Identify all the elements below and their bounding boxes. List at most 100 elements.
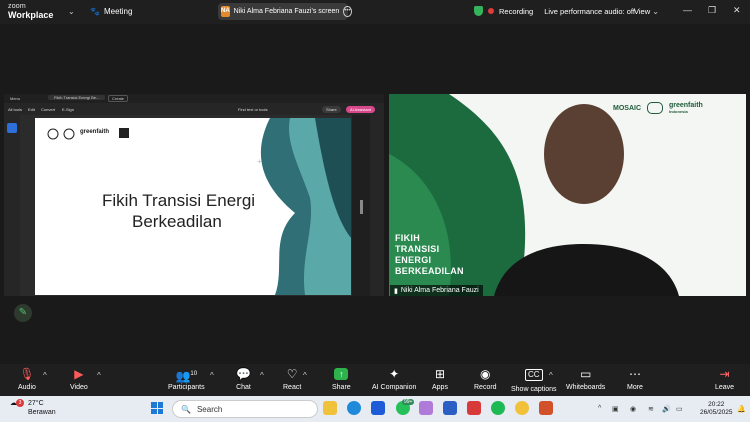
participants-count: 10 <box>190 371 198 377</box>
restore-icon[interactable]: ❐ <box>708 5 716 16</box>
captions-chevron-icon[interactable]: ^ <box>549 371 553 380</box>
tray-app-icon[interactable]: ▣ <box>612 405 619 413</box>
app-menu-chevron-icon[interactable]: ⌄ <box>68 7 75 16</box>
more-icon[interactable]: ••• <box>343 6 352 17</box>
shared-ai-button: AI Assistant <box>346 106 375 113</box>
chrome-icon[interactable] <box>515 401 529 415</box>
record-icon: ◉ <box>480 367 491 381</box>
participants-button[interactable]: 👥10 Participants <box>168 366 205 391</box>
word-icon[interactable] <box>443 401 457 415</box>
search-label: Search <box>196 404 223 414</box>
taskbar-search[interactable]: 🔍 Search <box>172 400 318 418</box>
select-tool-icon <box>7 123 17 133</box>
shared-tab: Fikih Transisi Energi Be... <box>48 95 106 100</box>
shared-tool-3: E-Sign <box>62 107 75 112</box>
app-icon[interactable] <box>419 401 433 415</box>
slide-logo-text: greenfaith <box>80 129 110 135</box>
more-icon: ⋯ <box>628 367 641 381</box>
meeting-menu[interactable]: 🐾 Meeting <box>90 7 132 16</box>
zoom-icon[interactable] <box>371 401 385 415</box>
ai-companion-label: AI Companion <box>372 384 417 391</box>
caption-line-3: BERKEADILAN <box>395 266 464 276</box>
acrobat-icon[interactable] <box>467 401 481 415</box>
leave-label: Leave <box>715 384 735 391</box>
video-button[interactable]: ▶ Video <box>70 366 88 391</box>
audio-button[interactable]: 🎙 Audio <box>18 366 36 391</box>
shared-find-field: Find text or tools <box>238 107 268 112</box>
shared-share-button: Share <box>322 106 341 113</box>
shared-create-button: Create <box>108 95 129 102</box>
annotate-pen-icon[interactable]: ✎ <box>14 304 32 322</box>
captions-icon: CC <box>524 369 543 381</box>
leave-button[interactable]: ⇥ Leave <box>715 366 734 391</box>
video-logos: MOSAIC greenfaith Indonesia <box>613 102 703 114</box>
chat-chevron-icon[interactable]: ^ <box>260 371 264 380</box>
scroll-thumb <box>359 200 363 214</box>
battery-icon[interactable]: ▭ <box>676 405 683 413</box>
live-audio-label[interactable]: Live performance audio: off <box>544 7 635 16</box>
view-label: View <box>634 7 651 16</box>
shared-menu-label: Menu <box>10 96 21 101</box>
audio-label: Audio <box>18 384 36 391</box>
organization-logo-icon <box>647 102 663 114</box>
chat-label: Chat <box>236 384 251 391</box>
participants-icon: 👥10 <box>175 369 198 383</box>
whatsapp-badge: 99+ <box>402 399 415 405</box>
minimize-icon[interactable]: — <box>683 5 692 15</box>
caption-line-0: FIKIH <box>395 233 420 243</box>
notification-icon[interactable]: 🔔 <box>737 405 746 413</box>
react-chevron-icon[interactable]: ^ <box>303 371 307 380</box>
file-explorer-icon[interactable] <box>323 401 337 415</box>
shared-right-rail <box>370 115 384 296</box>
speaker-icon[interactable]: 🔊 <box>662 405 671 413</box>
leave-icon: ⇥ <box>719 367 730 381</box>
screen-share-label: Niki Alma Febriana Fauzi's screen <box>233 8 340 15</box>
heart-icon: ♡ <box>286 367 298 381</box>
whiteboards-label: Whiteboards <box>566 384 606 391</box>
audio-options-chevron-icon[interactable]: ^ <box>43 371 47 380</box>
recording-status: Recording Live performance audio: off <box>474 6 635 16</box>
participants-chevron-icon[interactable]: ^ <box>210 371 214 380</box>
spotify-icon[interactable] <box>491 401 505 415</box>
tray-app2-icon[interactable]: ◉ <box>630 405 636 413</box>
search-icon: 🔍 <box>181 404 191 414</box>
screen-share-pill[interactable]: NA Niki Alma Febriana Fauzi's screen ••• <box>218 3 352 20</box>
app-logo-line2: Workplace <box>8 10 54 20</box>
slide-title-line2: Berkeadilan <box>132 212 222 231</box>
weather-condition: Berawan <box>28 409 56 416</box>
microphone-muted-icon: 🎙 <box>19 367 35 381</box>
chat-button[interactable]: 💬 Chat <box>236 366 251 391</box>
close-icon[interactable]: ✕ <box>733 5 741 16</box>
windows-start-icon[interactable] <box>151 402 163 414</box>
taskbar-clock[interactable]: 20:22 26/05/2025 <box>700 401 733 417</box>
captions-label: Show captions <box>511 386 557 393</box>
weather-widget[interactable]: 3 ☁ 27°C Berawan <box>10 399 56 416</box>
edge-icon[interactable] <box>347 401 361 415</box>
share-icon-wrap: ↑ <box>334 366 349 382</box>
weather-badge: 3 <box>16 399 24 407</box>
video-caption: FIKIH TRANSISI ENERGI BERKEADILAN <box>395 233 464 277</box>
video-options-chevron-icon[interactable]: ^ <box>97 371 101 380</box>
ai-companion-button[interactable]: ✦ AI Companion <box>372 366 416 391</box>
presenter-avatar: NA <box>221 6 230 17</box>
greenfaith-logo-text: greenfaith <box>669 102 703 109</box>
view-button[interactable]: View ⌄ <box>634 7 659 16</box>
caption-line-1: TRANSISI <box>395 244 440 254</box>
more-button[interactable]: ⋯ More <box>627 366 643 391</box>
powerpoint-icon[interactable] <box>539 401 553 415</box>
react-button[interactable]: ♡ React <box>283 366 301 391</box>
share-icon: ↑ <box>334 368 349 380</box>
whiteboards-button[interactable]: ▭ Whiteboards <box>566 366 605 391</box>
recording-label[interactable]: Recording <box>499 7 533 16</box>
tray-chevron-icon[interactable]: ^ <box>598 405 601 412</box>
participant-name: Niki Alma Febriana Fauzi <box>400 287 479 294</box>
clock-time: 20:22 <box>708 401 725 408</box>
record-button[interactable]: ◉ Record <box>474 366 497 391</box>
apps-icon: ⊞ <box>434 367 446 381</box>
wifi-icon[interactable]: ≋ <box>648 405 654 413</box>
apps-button[interactable]: ⊞ Apps <box>432 366 448 391</box>
recording-dot-icon <box>488 8 494 14</box>
participants-label: Participants <box>168 384 205 391</box>
caption-line-2: ENERGI <box>395 255 432 265</box>
share-button[interactable]: ↑ Share <box>332 366 351 391</box>
